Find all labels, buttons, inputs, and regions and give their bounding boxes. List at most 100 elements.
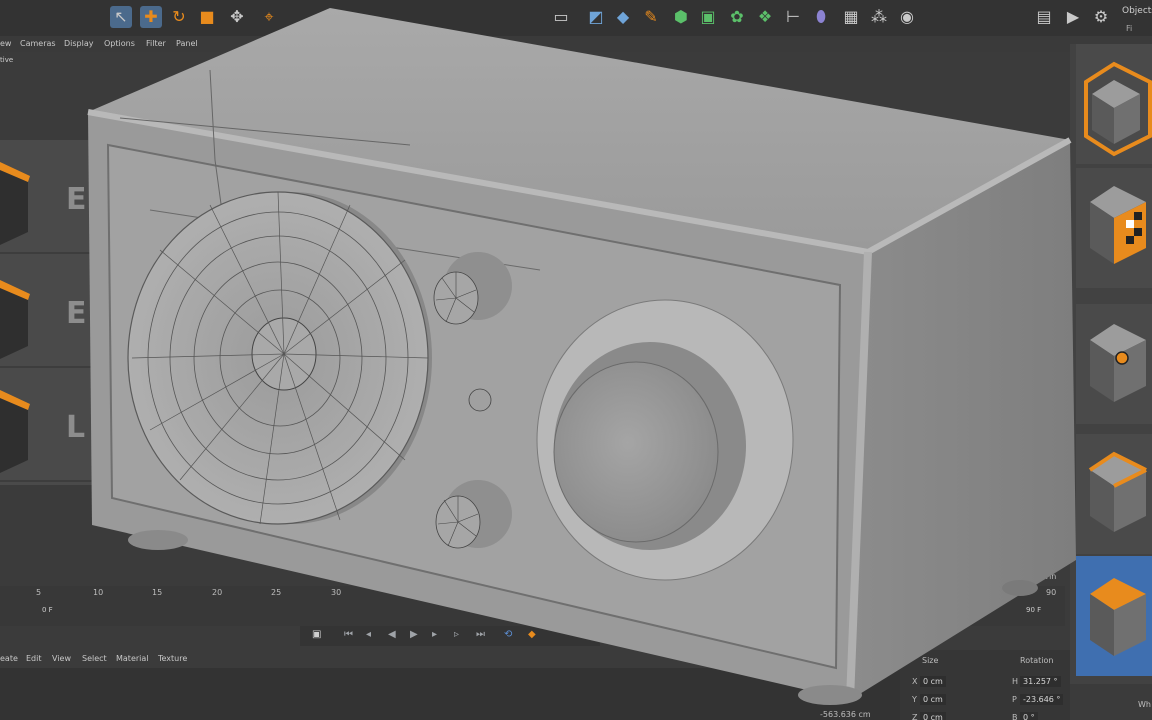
pos-x-field[interactable]: 0 cm xyxy=(920,676,946,687)
object-tile[interactable] xyxy=(1076,168,1152,288)
pen-icon[interactable]: ✎ xyxy=(640,6,662,28)
start-frame-field[interactable]: 0 F xyxy=(42,606,53,614)
list-item-label: L xyxy=(66,410,86,445)
end-frame-field[interactable]: 90 F xyxy=(1026,606,1041,614)
object-tile-selected[interactable] xyxy=(1076,556,1152,676)
rot-h-label: H xyxy=(1012,677,1019,686)
volume-dial-ring xyxy=(536,299,794,581)
move-icon[interactable]: ↖ xyxy=(110,6,132,28)
z-world-value: -563.636 cm xyxy=(820,710,871,719)
loop-icon[interactable]: ⟲ xyxy=(504,629,512,640)
timeline-tick: 10 xyxy=(93,588,104,597)
scale-icon[interactable]: ■ xyxy=(196,6,218,28)
coordinates-panel: Size Rotation X 0 cm H 31.257 ° Y 0 cm P… xyxy=(900,650,1070,720)
menu-select[interactable]: Select xyxy=(82,654,107,663)
render-region-icon[interactable]: ▭ xyxy=(550,6,572,28)
tuning-knob-top xyxy=(433,252,512,325)
viewport-menu: ew Cameras Display Options Filter Panel xyxy=(0,36,1070,52)
next-frame-icon[interactable]: ▸ xyxy=(432,629,437,640)
timeline-tick: 15 xyxy=(152,588,163,597)
object-tile[interactable] xyxy=(1076,304,1152,424)
menu-view[interactable]: View xyxy=(52,654,71,663)
volume-dial-knob xyxy=(553,361,719,543)
tab-fi[interactable]: Fi xyxy=(1126,24,1132,33)
left-object-panel: E E L xyxy=(0,140,95,485)
menu-options[interactable]: Options xyxy=(104,39,135,48)
timeline-tick: 30 xyxy=(331,588,342,597)
apply-button[interactable]: Wh xyxy=(1138,700,1151,709)
size-header: Size xyxy=(922,656,939,665)
play-icon[interactable]: ▶ xyxy=(1062,6,1084,28)
extrude-icon[interactable]: ▣ xyxy=(697,6,719,28)
pos-y-field[interactable]: 0 cm xyxy=(920,694,946,705)
speaker-dust-cap xyxy=(251,317,317,391)
gear-icon[interactable]: ⚙ xyxy=(1090,6,1112,28)
menu-texture[interactable]: Texture xyxy=(158,654,187,663)
speaker-rim xyxy=(152,192,432,524)
rot-p-label: P xyxy=(1012,695,1017,704)
deformer-icon[interactable]: ⊢ xyxy=(782,6,804,28)
go-to-start-icon[interactable]: ⏮ xyxy=(344,629,353,640)
material-manager[interactable] xyxy=(0,668,900,720)
viewport-label: tive xyxy=(0,56,14,64)
cinema4d-window: ↖ ✚ ↻ ■ ✥ ⌖ ▭ ◩ ◆ ✎ ⬢ ▣ ✿ ❖ ⊢ ⬮ ▦ ⁂ ◉ ▤ … xyxy=(0,0,1152,720)
main-toolbar: ↖ ✚ ↻ ■ ✥ ⌖ ▭ ◩ ◆ ✎ ⬢ ▣ ✿ ❖ ⊢ ⬮ ▦ ⁂ ◉ ▤ … xyxy=(0,0,1152,36)
menu-edit[interactable]: Edit xyxy=(26,654,42,663)
rotate-icon[interactable]: ↻ xyxy=(168,6,190,28)
light-icon[interactable]: ◉ xyxy=(896,6,918,28)
generator-icon[interactable]: ✿ xyxy=(726,6,748,28)
rot-b-label: B xyxy=(1012,713,1018,720)
go-to-end-icon[interactable]: ⏭ xyxy=(476,629,485,640)
radio-foot xyxy=(128,530,188,550)
axis-y-label: Y xyxy=(912,695,917,704)
menu-material[interactable]: Material xyxy=(116,654,149,663)
keyframe-icon[interactable]: ◆ xyxy=(528,629,536,640)
array-icon[interactable]: ❖ xyxy=(754,6,776,28)
render-view-icon[interactable]: ◩ xyxy=(585,6,607,28)
pos-z-field[interactable]: 0 cm xyxy=(920,712,946,720)
menu-filter[interactable]: Filter xyxy=(146,39,166,48)
edge-cube-icon xyxy=(1088,451,1147,532)
menu-create[interactable]: eate xyxy=(0,654,18,663)
menu-panel[interactable]: Panel xyxy=(176,39,198,48)
list-item[interactable]: L xyxy=(0,368,95,482)
prev-key-icon[interactable]: ◂ xyxy=(366,629,371,640)
camera-icon[interactable]: ⁂ xyxy=(868,6,890,28)
rot-p-field[interactable]: -23.646 ° xyxy=(1020,694,1064,705)
axis-z-label: Z xyxy=(912,713,918,720)
indicator-led xyxy=(468,388,492,412)
rot-h-field[interactable]: 31.257 ° xyxy=(1020,676,1061,687)
record-key-icon[interactable]: ▣ xyxy=(312,629,321,640)
clapper-icon[interactable]: ▤ xyxy=(1033,6,1055,28)
tab-objects[interactable]: Objects xyxy=(1122,6,1152,16)
timeline-tick: 90 xyxy=(1046,588,1057,597)
object-tile[interactable] xyxy=(1076,44,1152,164)
object-tile[interactable] xyxy=(1076,434,1152,554)
timeline-tick: 5 xyxy=(36,588,42,597)
play-forward-icon[interactable]: ▶ xyxy=(410,629,418,640)
cube-icon[interactable]: ◆ xyxy=(612,6,634,28)
menu-view[interactable]: ew xyxy=(0,39,11,48)
add-icon[interactable]: ✚ xyxy=(140,6,162,28)
timeline-right-label: oarin xyxy=(1036,572,1057,581)
checker-cube-icon xyxy=(1090,186,1146,264)
rot-b-field[interactable]: 0 ° xyxy=(1020,712,1038,720)
list-item-label: E xyxy=(66,182,87,217)
list-item[interactable]: E xyxy=(0,254,95,368)
prev-frame-icon[interactable]: ◀ xyxy=(388,629,396,640)
polygon-cube-icon xyxy=(1090,578,1146,656)
coordinate-icon[interactable]: ⌖ xyxy=(258,6,280,28)
menu-display[interactable]: Display xyxy=(64,39,94,48)
field-icon[interactable]: ⬮ xyxy=(810,6,832,28)
list-item[interactable]: E xyxy=(0,140,95,254)
subdivision-icon[interactable]: ⬢ xyxy=(670,6,692,28)
axis-icon[interactable]: ✥ xyxy=(226,6,248,28)
right-icon-panel xyxy=(1070,44,1152,684)
environment-icon[interactable]: ▦ xyxy=(840,6,862,28)
menu-cameras[interactable]: Cameras xyxy=(20,39,56,48)
next-key-icon[interactable]: ▹ xyxy=(454,629,459,640)
axis-x-label: X xyxy=(912,677,918,686)
speaker-cone xyxy=(127,191,429,525)
cube-icon xyxy=(0,162,30,245)
point-cube-icon xyxy=(1090,324,1146,402)
